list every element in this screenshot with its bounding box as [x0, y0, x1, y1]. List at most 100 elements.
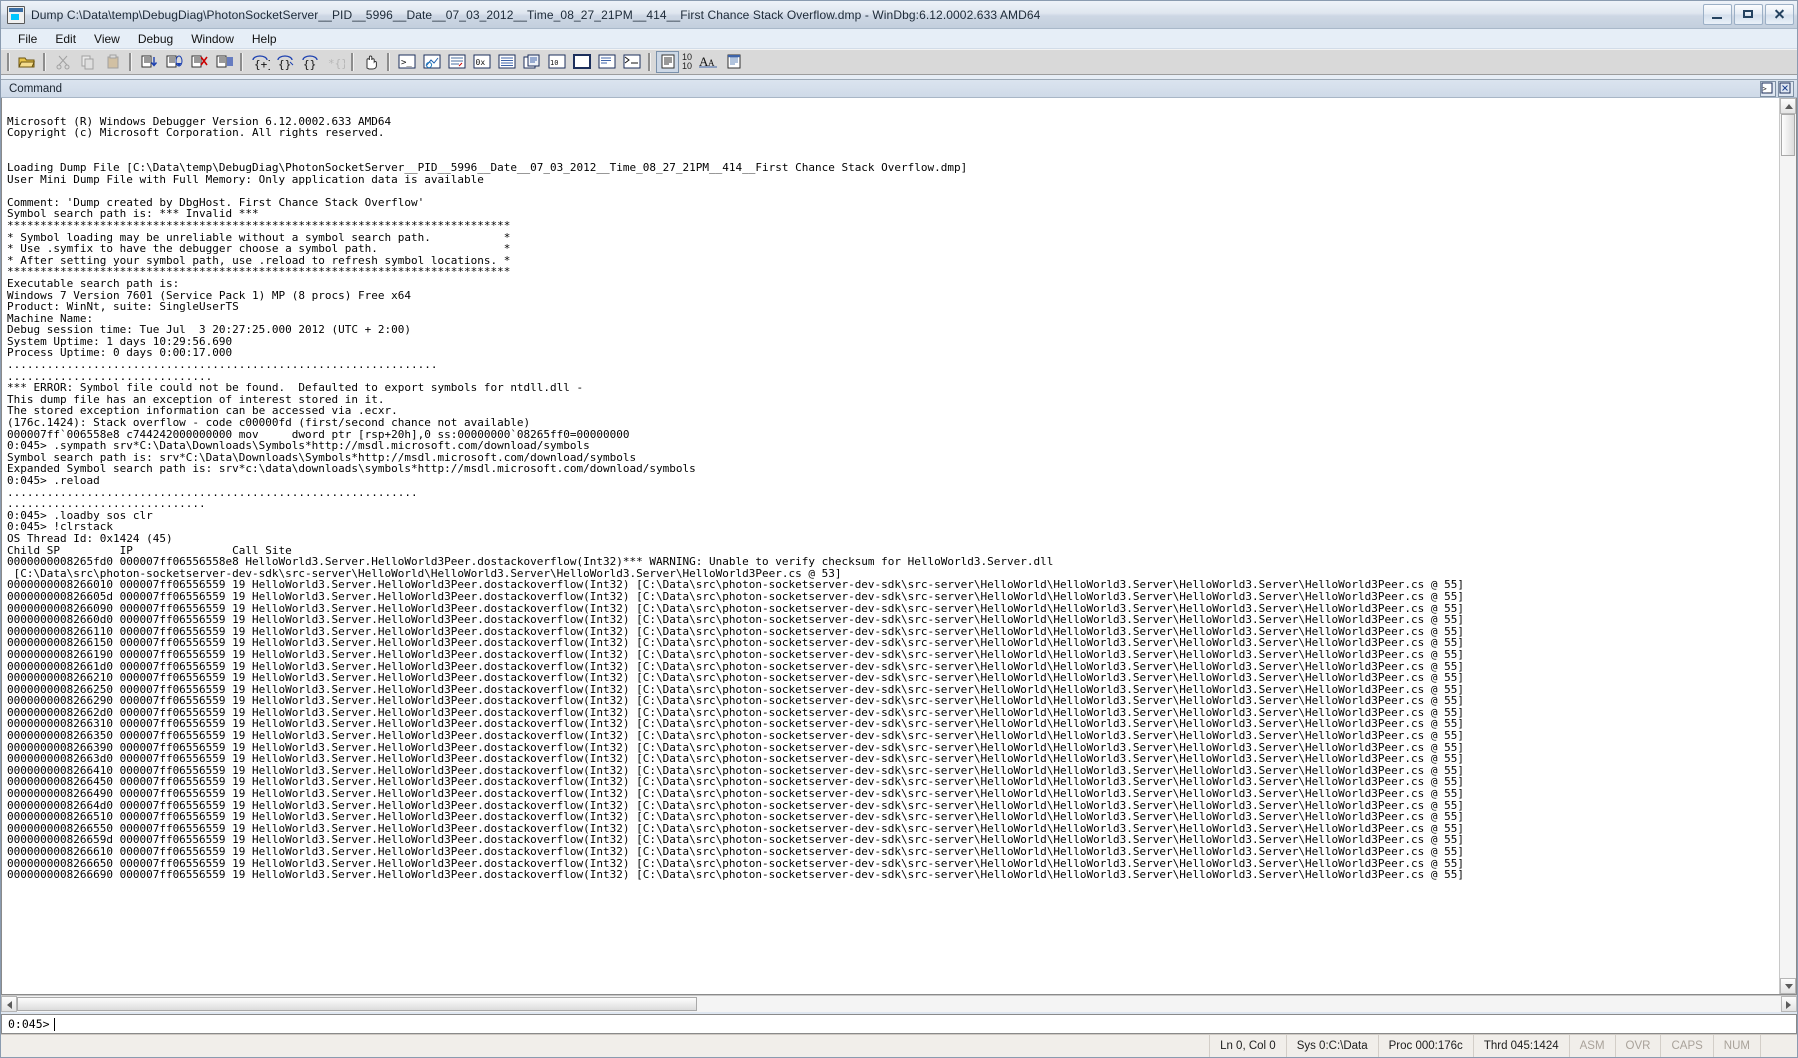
svg-text:{+}: {+}: [254, 58, 270, 70]
horizontal-scroll-thumb[interactable]: [17, 997, 697, 1011]
status-num: NUM: [1712, 1035, 1760, 1057]
command-output-area: Microsoft (R) Windows Debugger Version 6…: [1, 98, 1797, 995]
resize-grip[interactable]: [1760, 1035, 1797, 1057]
command-window: Command >_ Microsoft (R) Windows Debugge…: [1, 79, 1797, 1034]
toolbar-separator: [387, 53, 390, 71]
cut-icon[interactable]: [51, 51, 74, 73]
font-size-icon[interactable]: AA: [697, 51, 720, 73]
svg-text:*{}: *{}: [328, 57, 345, 70]
console-line: ..............................: [7, 497, 206, 511]
console-line: 0000000008266190 000007ff06556559 19 Hel…: [7, 647, 1464, 661]
step-out-icon[interactable]: [187, 51, 210, 73]
command-prompt-bar[interactable]: 0:045>: [1, 1014, 1797, 1034]
memory-window-icon[interactable]: [495, 51, 518, 73]
toolbar-separator: [240, 53, 243, 71]
run-to-cursor-icon[interactable]: [212, 51, 235, 73]
menu-item-help[interactable]: Help: [243, 30, 286, 48]
console-line: 0000000008266490 000007ff06556559 19 Hel…: [7, 787, 1464, 801]
break-icon[interactable]: {+}: [248, 51, 271, 73]
console-line: 0000000008266690 000007ff06556559 19 Hel…: [7, 868, 1464, 882]
step-into-icon[interactable]: [137, 51, 160, 73]
locals-window-icon[interactable]: [445, 51, 468, 73]
registers-window-icon[interactable]: 0x: [470, 51, 493, 73]
step-over-icon[interactable]: [162, 51, 185, 73]
toolbar-separator: [129, 53, 132, 71]
console-vertical-scrollbar[interactable]: [1779, 98, 1796, 994]
stop-debugging-icon[interactable]: *{}: [323, 51, 346, 73]
status-process: Proc 000:176c: [1377, 1035, 1473, 1057]
scroll-down-button[interactable]: [1780, 978, 1796, 994]
status-thread: Thrd 045:1424: [1472, 1035, 1569, 1057]
horizontal-scroll-track[interactable]: [17, 996, 1781, 1012]
scratch-pad-icon[interactable]: [570, 51, 593, 73]
console-line: 00000000082660d0 000007ff06556559 19 Hel…: [7, 613, 1464, 627]
scroll-left-button[interactable]: [1, 996, 17, 1012]
console-line: Product: WinNt, suite: SingleUserTS: [7, 300, 239, 314]
vertical-scroll-thumb[interactable]: [1781, 114, 1795, 156]
command-pane-caption: Command >_: [1, 80, 1797, 98]
menu-item-view[interactable]: View: [85, 30, 129, 48]
copy-icon[interactable]: [76, 51, 99, 73]
menu-item-file[interactable]: File: [9, 30, 46, 48]
window-controls: [1703, 4, 1794, 25]
window-title: Dump C:\Data\temp\DebugDiag\PhotonSocket…: [31, 7, 1041, 22]
console-line: 0:045> .reload: [7, 474, 100, 487]
restore-window-icon[interactable]: >_: [1760, 81, 1776, 97]
console-line: Loading Dump File [C:\Data\temp\DebugDia…: [7, 160, 968, 174]
status-system: Sys 0:C:\Data: [1285, 1035, 1378, 1057]
command-input[interactable]: [54, 1016, 1796, 1032]
scroll-right-button[interactable]: [1781, 996, 1797, 1012]
svg-text:0x: 0x: [475, 58, 485, 67]
watch-window-icon[interactable]: [420, 51, 443, 73]
scroll-up-button[interactable]: [1780, 98, 1796, 114]
source-mode-icon[interactable]: [656, 51, 679, 73]
console-line: 0:045> .loadby sos clr: [7, 508, 153, 522]
svg-text:{}: {}: [278, 58, 291, 70]
menu-item-debug[interactable]: Debug: [129, 30, 182, 48]
command-window-icon[interactable]: >_: [395, 51, 418, 73]
close-window-icon[interactable]: [1778, 81, 1794, 97]
console-line: Expanded Symbol search path is: srv*c:\d…: [7, 462, 696, 476]
minimize-button[interactable]: [1703, 4, 1732, 25]
toolbar-separator: [43, 53, 46, 71]
debugger-console-output[interactable]: Microsoft (R) Windows Debugger Version 6…: [2, 98, 1779, 994]
vertical-scroll-track[interactable]: [1780, 114, 1796, 978]
restart-icon[interactable]: {}: [298, 51, 321, 73]
console-line: Copyright (c) Microsoft Corporation. All…: [7, 126, 385, 140]
console-line: 0000000008266350 000007ff06556559 19 Hel…: [7, 729, 1464, 743]
status-bar: Ln 0, Col 0 Sys 0:C:\Data Proc 000:176c …: [1, 1034, 1797, 1057]
go-icon[interactable]: {}: [273, 51, 296, 73]
toolbar-separator: [7, 53, 10, 71]
console-line: ........................................…: [7, 358, 438, 372]
menu-bar: File Edit View Debug Window Help: [1, 29, 1797, 49]
windbg-icon: [7, 5, 25, 24]
svg-text:>_: >_: [1763, 85, 1772, 93]
command-browser-icon[interactable]: [620, 51, 643, 73]
close-button[interactable]: [1765, 4, 1794, 25]
paste-icon[interactable]: [101, 51, 124, 73]
status-filler: [1, 1035, 1209, 1057]
console-line: (176c.1424): Stack overflow - code c0000…: [7, 416, 531, 430]
console-line: 0000000008266610 000007ff06556559 19 Hel…: [7, 845, 1464, 858]
hand-break-icon[interactable]: [359, 51, 382, 73]
toolbar-separator: [648, 53, 651, 71]
menu-item-window[interactable]: Window: [182, 30, 243, 48]
line-number-indicator: 10 10: [682, 52, 693, 71]
svg-text:10: 10: [550, 59, 558, 67]
status-asm: ASM: [1568, 1035, 1615, 1057]
console-horizontal-scrollbar[interactable]: [1, 995, 1797, 1012]
toolbar: {+} {} {} *{} >_ 0x: [1, 49, 1797, 75]
calls-window-icon[interactable]: [520, 51, 543, 73]
maximize-button[interactable]: [1734, 4, 1763, 25]
disassembly-window-icon[interactable]: 10: [545, 51, 568, 73]
open-dump-icon[interactable]: [15, 51, 38, 73]
console-line: 0000000008266210 000007ff06556559 19 Hel…: [7, 671, 1464, 685]
console-line: OS Thread Id: 0x1424 (45): [7, 531, 173, 545]
processes-threads-icon[interactable]: [595, 51, 618, 73]
menu-item-edit[interactable]: Edit: [46, 30, 85, 48]
prompt-label: 0:045>: [8, 1017, 50, 1031]
console-line: Comment: 'Dump created by DbgHost. First…: [7, 195, 425, 209]
console-line: 000000000826605d 000007ff06556559 19 Hel…: [7, 589, 1464, 603]
notepad-icon[interactable]: [722, 51, 745, 73]
